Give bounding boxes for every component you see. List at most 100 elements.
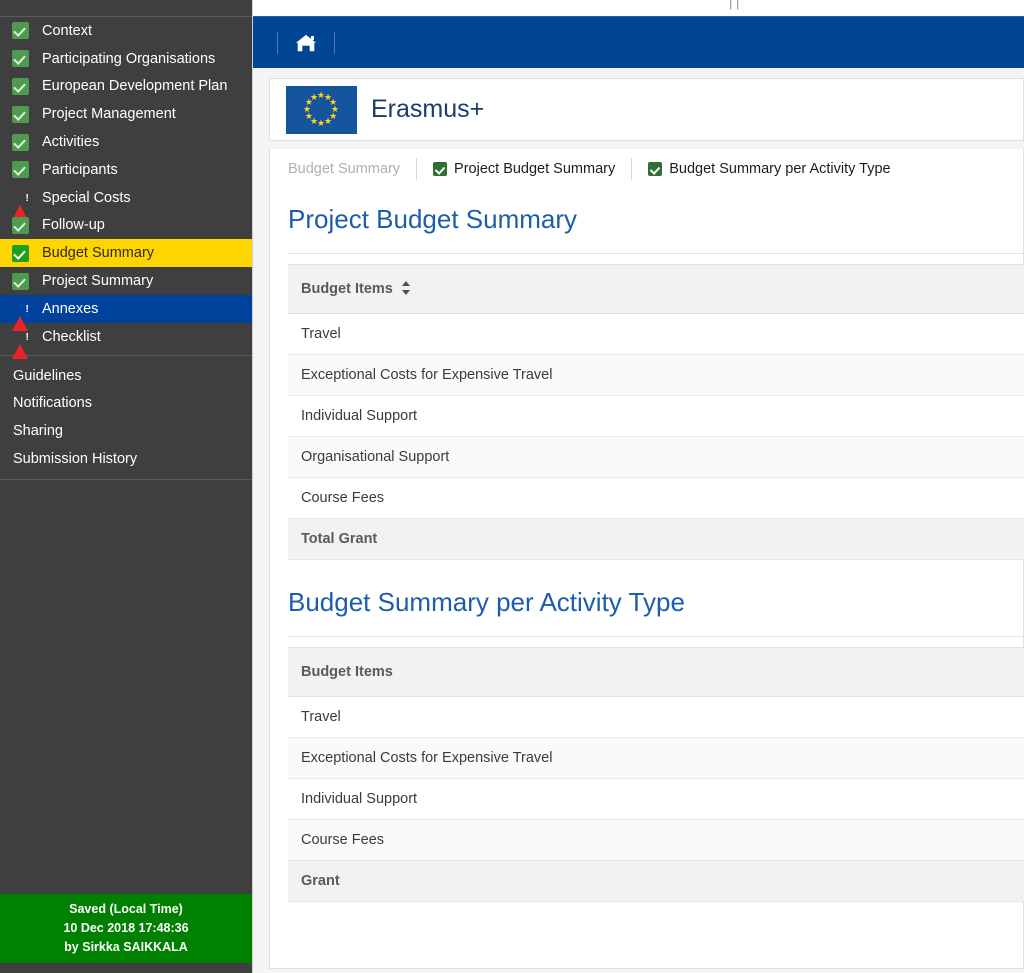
breadcrumb: Budget Summary Project Budget Summary Bu… [270, 149, 1023, 189]
navbar-divider-right [334, 31, 335, 54]
sidebar-item-label: Follow-up [42, 217, 105, 234]
table-row: Exceptional Costs for Expensive Travel [288, 354, 1024, 396]
content-region: ★ ★ ★ ★ ★ ★ ★ ★ ★ ★ ★ ★ Erasmus+ Budget Summary Pro… [253, 68, 1024, 973]
column-header-label: Budget Items [301, 664, 393, 680]
app-navbar [253, 17, 1024, 68]
budget-item-cell: Exceptional Costs for Expensive Travel [288, 354, 1024, 396]
sidebar-link-sharing[interactable]: Sharing [0, 417, 252, 445]
check-icon [12, 216, 29, 234]
budget-item-cell: Course Fees [288, 477, 1024, 519]
section-rule [288, 636, 1023, 637]
home-icon[interactable] [292, 31, 320, 55]
breadcrumb-item-project-budget-summary[interactable]: Project Budget Summary [433, 161, 615, 177]
sidebar-item-label: Participating Organisations [42, 50, 216, 67]
table-row: Travel [288, 313, 1024, 355]
sidebar-item-label: Project Summary [42, 273, 154, 290]
sidebar-link-notifications[interactable]: Notifications [0, 389, 252, 417]
sidebar-item-label: Annexes [42, 300, 99, 317]
sidebar-item-label: Checklist [42, 328, 101, 345]
budget-item-cell: Travel [288, 696, 1024, 738]
check-icon [12, 22, 29, 40]
clipped-text-right: | | [729, 0, 740, 10]
sidebar-item-label: Activities [42, 134, 100, 151]
navbar-divider-left [277, 31, 278, 54]
budget-item-cell: Grant [288, 860, 1024, 902]
sidebar-item-label: Project Management [42, 106, 176, 123]
flag-star: ★ [324, 116, 333, 127]
sidebar-link-list: Guidelines Notifications Sharing Submission… [0, 362, 252, 473]
sidebar-item-label: European Development Plan [42, 78, 228, 95]
budget-item-cell: Travel [288, 313, 1024, 355]
flag-star: ★ [317, 118, 326, 128]
sidebar-item-activities[interactable]: Activities [0, 128, 252, 156]
sidebar-item-annexes[interactable]: Annexes [0, 294, 252, 332]
sidebar-item-context[interactable]: Context [0, 17, 252, 45]
warning-icon [12, 300, 29, 332]
sidebar-item-label: Participants [42, 161, 118, 178]
table-row: Travel [288, 696, 1024, 738]
table-row: Exceptional Costs for Expensive Travel [288, 737, 1024, 779]
sidebar-footer-spacer [0, 963, 252, 973]
sidebar-item-participants[interactable]: Participants [0, 156, 252, 184]
column-header-budget-items: Budget Items [288, 647, 1024, 697]
sidebar-divider [0, 354, 252, 356]
check-icon [12, 50, 29, 68]
sidebar-item-label: Budget Summary [42, 245, 155, 262]
sidebar-item-european-development-plan[interactable]: European Development Plan [0, 73, 252, 101]
flag-star: ★ [310, 91, 319, 102]
budget-item-cell: Course Fees [288, 819, 1024, 861]
table-row: Course Fees [288, 819, 1024, 861]
breadcrumb-item-label: Budget Summary per Activity Type [669, 161, 891, 177]
column-header-budget-items[interactable]: Budget Items [288, 264, 1024, 314]
sort-toggle-icon[interactable] [401, 281, 411, 295]
sidebar-bottom-divider [0, 478, 252, 480]
check-icon [12, 161, 29, 179]
check-icon [12, 244, 29, 262]
budget-item-cell: Organisational Support [288, 436, 1024, 478]
warning-icon [12, 189, 29, 221]
breadcrumb-separator [631, 158, 633, 180]
saved-status-box: Saved (Local Time) 10 Dec 2018 17:48:36 … [0, 894, 252, 963]
sidebar-item-label: Context [42, 22, 92, 39]
sidebar-item-follow-up[interactable]: Follow-up [0, 212, 252, 240]
warning-icon [12, 328, 29, 360]
check-icon [12, 133, 29, 151]
table-row: Individual Support [288, 395, 1024, 437]
sidebar-item-project-summary[interactable]: Project Summary [0, 267, 252, 295]
project-budget-summary-table: Budget Items Travel Exceptional Costs for… [288, 264, 1024, 560]
table-row: Organisational Support [288, 436, 1024, 478]
sidebar: Context Participating Organisations Europe… [0, 0, 253, 973]
sidebar-link-submission-history[interactable]: Submission History [0, 445, 252, 473]
sidebar-item-budget-summary[interactable]: Budget Summary [0, 239, 252, 268]
sidebar-item-participating-organisations[interactable]: Participating Organisations [0, 45, 252, 73]
table-header-row: Budget Items [288, 647, 1024, 697]
check-icon [12, 105, 29, 123]
table-total-row: Grant [288, 860, 1024, 902]
table-header-row: Budget Items [288, 264, 1024, 314]
check-icon [12, 272, 29, 290]
browser-top-strip: | | [253, 0, 1024, 17]
breadcrumb-separator [416, 158, 418, 180]
check-icon [433, 162, 448, 176]
saved-author: by Sirkka SAIKKALA [64, 940, 188, 954]
section-title-budget-summary-per-activity-type: Budget Summary per Activity Type [288, 587, 685, 617]
section-rule [288, 253, 1023, 254]
sidebar-link-guidelines[interactable]: Guidelines [0, 362, 252, 390]
saved-label: Saved (Local Time) [69, 902, 183, 916]
budget-summary-per-activity-type-table: Budget Items Travel Exceptional Costs for… [288, 647, 1024, 902]
page-root: Context Participating Organisations Europe… [0, 0, 1024, 973]
breadcrumb-item-budget-summary-per-activity-type[interactable]: Budget Summary per Activity Type [648, 161, 891, 177]
sidebar-item-special-costs[interactable]: Special Costs [0, 184, 252, 221]
sidebar-item-checklist[interactable]: Checklist [0, 323, 252, 360]
budget-item-cell: Total Grant [288, 518, 1024, 560]
section-title-project-budget-summary: Project Budget Summary [288, 204, 578, 234]
budget-item-cell: Individual Support [288, 395, 1024, 437]
form-panel: Budget Summary Project Budget Summary Bu… [269, 149, 1024, 969]
brand-card: ★ ★ ★ ★ ★ ★ ★ ★ ★ ★ ★ ★ Erasmus+ [269, 78, 1024, 141]
european-union-flag-icon: ★ ★ ★ ★ ★ ★ ★ ★ ★ ★ ★ ★ [286, 85, 357, 134]
sidebar-top-divider [0, 0, 252, 17]
budget-item-cell: Individual Support [288, 778, 1024, 820]
sidebar-item-project-management[interactable]: Project Management [0, 100, 252, 128]
breadcrumb-current: Budget Summary [288, 161, 401, 177]
main-area: | | ★ ★ ★ ★ ★ ★ ★ ★ ★ ★ ★ ★ Erasmus+ Budget Summary [253, 0, 1024, 973]
